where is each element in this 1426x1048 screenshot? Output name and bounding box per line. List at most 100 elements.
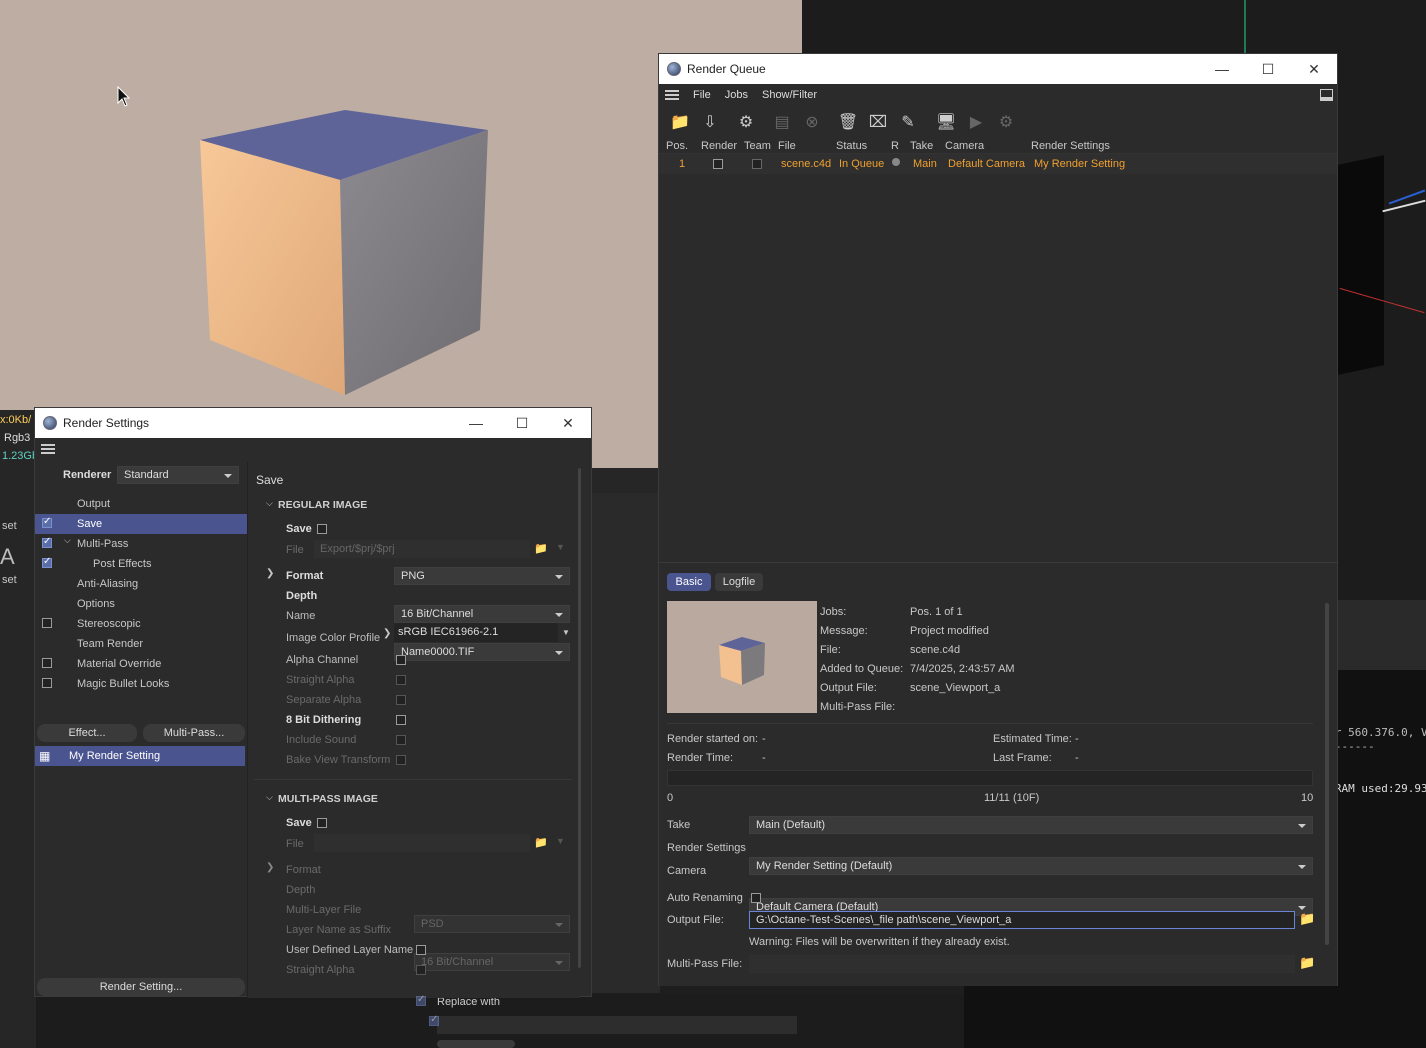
monitor-icon[interactable]: 🖥 xyxy=(933,109,959,135)
mp-user-layer-checkbox[interactable] xyxy=(416,945,426,955)
chevron-down-icon[interactable]: ⌵ xyxy=(266,498,273,509)
render-checkbox[interactable] xyxy=(713,159,723,169)
render-settings-dropdown[interactable]: My Render Setting (Default) xyxy=(749,857,1313,875)
auto-renaming-checkbox[interactable] xyxy=(751,893,761,903)
cancel-icon[interactable]: ⊗ xyxy=(799,109,825,135)
take-dropdown[interactable]: Main (Default) xyxy=(749,816,1313,834)
dithering-checkbox[interactable] xyxy=(396,715,406,725)
play-icon[interactable]: ▶ xyxy=(963,109,989,135)
chevron-down-icon[interactable]: ▼ xyxy=(562,628,570,637)
tree-item[interactable]: Save xyxy=(35,514,247,534)
tree-item-checkbox[interactable] xyxy=(42,516,52,528)
straight-alpha-checkbox[interactable] xyxy=(396,675,406,685)
tree-item-checkbox[interactable] xyxy=(42,556,52,568)
close-icon[interactable]: ✕ xyxy=(545,408,591,438)
maximize-icon[interactable]: ☐ xyxy=(1245,54,1291,84)
tree-item-checkbox[interactable] xyxy=(42,618,52,628)
icp-input[interactable]: sRGB IEC61966-2.1 xyxy=(394,623,558,642)
chevron-right-icon[interactable]: ❯ xyxy=(266,568,274,579)
col-take[interactable]: Take xyxy=(910,140,933,152)
tree-item[interactable]: Magic Bullet Looks xyxy=(35,674,247,694)
format-dropdown[interactable]: PNG xyxy=(394,567,570,585)
chevron-right-icon[interactable]: ❯ xyxy=(383,628,391,639)
mp-save-checkbox[interactable] xyxy=(317,818,327,828)
separate-alpha-checkbox[interactable] xyxy=(396,695,406,705)
depth-dropdown[interactable]: 16 Bit/Channel xyxy=(394,605,570,623)
hamburger-menu-icon[interactable] xyxy=(665,90,679,100)
tab-basic[interactable]: Basic xyxy=(667,573,711,591)
mp-layer-suffix-checkbox[interactable] xyxy=(429,1014,440,1027)
tree-item[interactable]: Stereoscopic xyxy=(35,614,247,634)
mp-multilayer-checkbox[interactable] xyxy=(416,994,426,1007)
effect-button[interactable]: Effect... xyxy=(37,724,137,742)
film-icon[interactable]: ▤ xyxy=(769,109,795,135)
tree-item-checkbox[interactable] xyxy=(42,658,52,668)
tree-item[interactable]: Team Render xyxy=(35,634,247,654)
replace-input[interactable] xyxy=(437,1016,797,1034)
menu-file[interactable]: File xyxy=(693,89,711,101)
button[interactable] xyxy=(437,1040,515,1048)
multipass-file-input[interactable] xyxy=(749,955,1295,973)
alpha-channel-checkbox[interactable] xyxy=(396,655,406,665)
col-render[interactable]: Render xyxy=(701,140,737,152)
col-r[interactable]: R xyxy=(891,140,899,152)
col-pos[interactable]: Pos. xyxy=(666,140,688,152)
preset-row[interactable]: ▦ My Render Setting xyxy=(35,746,245,766)
regular-image-header[interactable]: REGULAR IMAGE xyxy=(278,499,367,511)
download-icon[interactable]: ⇩ xyxy=(697,109,723,135)
folder-icon[interactable]: 📁 xyxy=(1299,911,1315,927)
chevron-down-icon[interactable]: ▼ xyxy=(556,836,565,846)
tree-item[interactable]: Material Override xyxy=(35,654,247,674)
col-camera[interactable]: Camera xyxy=(945,140,984,152)
renderer-dropdown[interactable]: Standard xyxy=(117,466,239,484)
tree-item-checkbox[interactable] xyxy=(42,536,52,548)
menu-show-filter[interactable]: Show/Filter xyxy=(762,89,817,101)
chevron-down-icon[interactable]: ▼ xyxy=(556,542,565,552)
pencil-icon[interactable]: ✎ xyxy=(895,109,921,135)
tree-item-checkbox[interactable] xyxy=(42,678,52,688)
render-gear-icon[interactable]: ⚙ xyxy=(993,109,1019,135)
panel-layout-icon[interactable] xyxy=(1320,89,1333,101)
output-file-input[interactable]: G:\Octane-Test-Scenes\_file path\scene_V… xyxy=(749,911,1295,929)
menu-jobs[interactable]: Jobs xyxy=(725,89,748,101)
chevron-down-icon[interactable]: ⌵ xyxy=(266,792,273,803)
col-file[interactable]: File xyxy=(778,140,796,152)
render-setting-button[interactable]: Render Setting... xyxy=(37,978,245,996)
tree-item[interactable]: Post Effects xyxy=(35,554,247,574)
team-checkbox[interactable] xyxy=(752,159,762,169)
mp-straight-alpha-checkbox[interactable] xyxy=(416,965,426,975)
multipass-header[interactable]: MULTI-PASS IMAGE xyxy=(278,793,378,805)
scrollbar[interactable] xyxy=(1325,603,1329,945)
delete-all-icon[interactable]: ⌧ xyxy=(865,109,891,135)
multipass-button[interactable]: Multi-Pass... xyxy=(143,724,245,742)
tree-item[interactable]: Options xyxy=(35,594,247,614)
open-folder-icon[interactable]: 📁 xyxy=(667,109,693,135)
col-render-settings[interactable]: Render Settings xyxy=(1031,140,1110,152)
tree-item[interactable]: Output xyxy=(35,494,247,514)
include-sound-checkbox[interactable] xyxy=(396,735,406,745)
file-input[interactable]: Export/$prj/$prj xyxy=(314,540,530,558)
scrollbar[interactable] xyxy=(578,468,581,968)
tab-logfile[interactable]: Logfile xyxy=(715,573,763,591)
hamburger-menu-icon[interactable] xyxy=(41,444,55,454)
bake-view-checkbox[interactable] xyxy=(396,755,406,765)
save-checkbox[interactable] xyxy=(317,524,327,534)
close-icon[interactable]: ✕ xyxy=(1291,54,1337,84)
trash-icon[interactable]: 🗑 xyxy=(835,109,861,135)
tree-item[interactable]: ⌵ Multi-Pass xyxy=(35,534,247,554)
tree-item[interactable]: Anti-Aliasing xyxy=(35,574,247,594)
mp-format-dropdown[interactable]: PSD xyxy=(414,915,570,933)
maximize-icon[interactable]: ☐ xyxy=(499,408,545,438)
name-dropdown[interactable]: Name0000.TIF xyxy=(394,643,570,661)
mp-file-input[interactable] xyxy=(314,834,530,852)
minimize-icon[interactable]: — xyxy=(1199,54,1245,84)
col-team[interactable]: Team xyxy=(744,140,771,152)
minimize-icon[interactable]: — xyxy=(453,408,499,438)
col-status[interactable]: Status xyxy=(836,140,867,152)
mp-depth-dropdown[interactable]: 16 Bit/Channel xyxy=(414,953,570,971)
folder-icon[interactable]: 📁 xyxy=(1299,955,1315,971)
table-row[interactable]: 1 scene.c4d In Queue Main Default Camera… xyxy=(659,154,1337,174)
chevron-down-icon[interactable]: ⌵ xyxy=(64,535,71,546)
chevron-right-icon[interactable]: ❯ xyxy=(266,862,274,873)
gear-icon[interactable]: ⚙ xyxy=(733,109,759,135)
